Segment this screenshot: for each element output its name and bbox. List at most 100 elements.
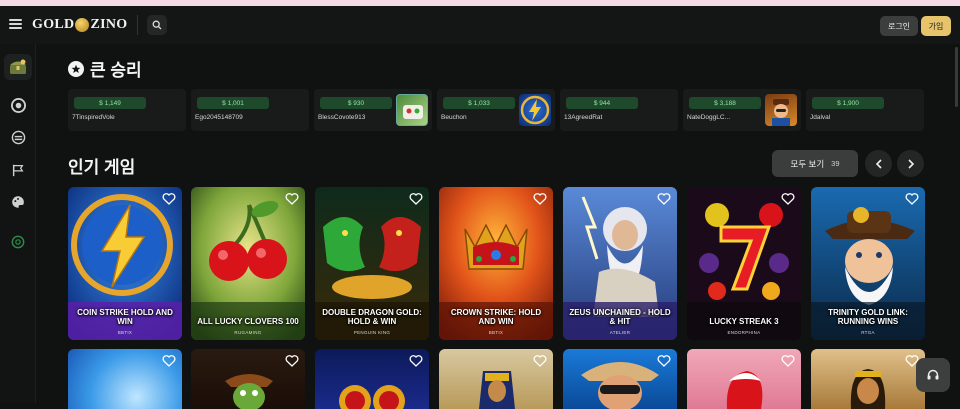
heart-icon[interactable] <box>657 192 671 206</box>
game-card[interactable]: DOUBLE DRAGON GOLD: HOLD & WIN PENGUIN K… <box>315 187 429 340</box>
next-arrow-button[interactable] <box>897 150 924 177</box>
sidebar-item-support[interactable] <box>10 234 26 250</box>
game-provider: RTGA <box>861 330 875 335</box>
big-wins-list: $ 1,149 7TinspiredVole $ 1,001 Ego204514… <box>68 89 928 131</box>
game-title: ZEUS UNCHAINED - HOLD & HIT <box>569 308 671 326</box>
header: GOLD ZINO 로그인 가입 <box>0 6 960 44</box>
sidebar-item-rewards[interactable] <box>4 54 32 80</box>
logo-text-left: GOLD <box>32 17 75 32</box>
win-user: Beuchon <box>441 114 467 121</box>
win-user: Ego2045148709 <box>195 114 243 121</box>
game-title: TRINITY GOLD LINK: RUNNING WINS <box>828 308 908 326</box>
heart-icon[interactable] <box>905 192 919 206</box>
search-button[interactable] <box>147 15 167 35</box>
header-divider <box>137 15 138 35</box>
game-title: DOUBLE DRAGON GOLD: HOLD & WIN <box>322 308 422 326</box>
win-user: 13AgreedRat <box>564 114 603 121</box>
heart-icon[interactable] <box>162 354 176 368</box>
game-card[interactable]: COIN STRIKE HOLD AND WIN BBTIX <box>68 187 182 340</box>
win-amount: $ 944 <box>566 97 638 109</box>
login-button[interactable]: 로그인 <box>880 16 918 36</box>
game-title: LUCKY STREAK 3 <box>709 317 779 326</box>
sidebar-item-themes[interactable] <box>10 194 26 210</box>
game-card[interactable] <box>687 349 801 409</box>
game-provider: ATELIER <box>609 330 631 335</box>
game-card[interactable] <box>563 349 677 409</box>
game-provider: BBTIX <box>488 330 504 335</box>
win-card[interactable]: $ 1,001 Ego2045148709 <box>191 89 309 131</box>
heart-icon[interactable] <box>781 192 795 206</box>
win-card[interactable]: $ 1,033 Beuchon <box>437 89 555 131</box>
win-card[interactable]: $ 930 BlessCovote913 <box>314 89 432 131</box>
win-user: 7TinspiredVole <box>72 114 115 121</box>
game-provider: PENGUIN KING <box>353 330 391 335</box>
game-card[interactable]: ALL LUCKY CLOVERS 100 RUGAMING <box>191 187 305 340</box>
game-title: ALL LUCKY CLOVERS 100 <box>197 317 299 326</box>
heart-icon[interactable] <box>162 192 176 206</box>
popular-games-heading: 인기 게임 <box>68 153 135 178</box>
main-content: 큰 승리 $ 1,149 7TinspiredVole $ 1,001 Ego2… <box>48 44 960 409</box>
win-user: Jdalval <box>810 114 831 121</box>
game-title: COIN STRIKE HOLD AND WIN <box>77 308 173 326</box>
view-all-button[interactable]: 모두 보기 39 <box>772 150 858 177</box>
game-title: CROWN STRIKE: HOLD AND WIN <box>450 308 542 326</box>
star-icon <box>68 60 84 77</box>
support-chat-button[interactable] <box>916 358 950 392</box>
logo-coin-icon <box>75 18 90 32</box>
chevron-right-icon <box>907 158 914 169</box>
win-card[interactable]: $ 944 13AgreedRat <box>560 89 678 131</box>
scrollbar-thumb[interactable] <box>955 47 958 107</box>
heart-icon[interactable] <box>285 354 299 368</box>
win-amount: $ 1,033 <box>443 97 515 109</box>
prev-arrow-button[interactable] <box>865 150 892 177</box>
game-card[interactable] <box>811 349 925 409</box>
palette-icon <box>12 196 24 208</box>
game-card[interactable] <box>191 349 305 409</box>
heart-icon[interactable] <box>409 354 423 368</box>
heart-icon[interactable] <box>533 192 547 206</box>
big-wins-heading: 큰 승리 <box>68 56 142 81</box>
sidebar-item-live[interactable] <box>10 129 26 145</box>
heart-icon[interactable] <box>657 354 671 368</box>
win-game-thumbnail[interactable] <box>765 94 797 126</box>
game-card[interactable]: TRINITY GOLD LINK: RUNNING WINS RTGA <box>811 187 925 340</box>
win-amount: $ 1,149 <box>74 97 146 109</box>
win-game-thumbnail[interactable] <box>396 94 428 126</box>
headset-icon <box>927 369 939 380</box>
menu-icon[interactable] <box>9 19 22 29</box>
game-card[interactable]: CROWN STRIKE: HOLD AND WIN BBTIX <box>439 187 553 340</box>
heart-icon[interactable] <box>285 192 299 206</box>
live-icon <box>11 130 25 144</box>
win-card[interactable]: $ 1,149 7TinspiredVole <box>68 89 186 131</box>
casino-chip-icon <box>10 97 26 113</box>
win-amount: $ 1,001 <box>197 97 269 109</box>
game-card[interactable] <box>439 349 553 409</box>
logo[interactable]: GOLD ZINO <box>32 17 127 33</box>
join-button[interactable]: 가입 <box>921 16 951 36</box>
sidebar <box>0 44 36 403</box>
sidebar-item-casino[interactable] <box>10 97 26 113</box>
heart-icon[interactable] <box>781 354 795 368</box>
win-card[interactable]: $ 1,900 Jdalval <box>806 89 924 131</box>
game-card[interactable] <box>315 349 429 409</box>
support-circle-icon <box>11 235 25 249</box>
win-user: NateDoggLC... <box>687 114 730 121</box>
win-amount: $ 1,900 <box>812 97 884 109</box>
win-card[interactable]: $ 3,188 NateDoggLC... <box>683 89 801 131</box>
game-provider: RUGAMING <box>234 330 262 335</box>
win-game-thumbnail[interactable] <box>519 94 551 126</box>
big-wins-title: 큰 승리 <box>90 61 142 80</box>
game-provider: ENDORPHINA <box>727 330 761 335</box>
sidebar-item-sports[interactable] <box>10 162 26 178</box>
flag-icon <box>12 164 24 177</box>
win-amount: $ 930 <box>320 97 392 109</box>
game-card[interactable]: LUCKY STREAK 3 ENDORPHINA <box>687 187 801 340</box>
logo-text-right: ZINO <box>90 17 128 32</box>
game-card[interactable]: ZEUS UNCHAINED - HOLD & HIT ATELIER <box>563 187 677 340</box>
heart-icon[interactable] <box>533 354 547 368</box>
heart-icon[interactable] <box>409 192 423 206</box>
view-all-count: 39 <box>831 159 840 168</box>
chevron-left-icon <box>875 158 882 169</box>
popular-games-title: 인기 게임 <box>68 158 136 177</box>
game-card[interactable] <box>68 349 182 409</box>
